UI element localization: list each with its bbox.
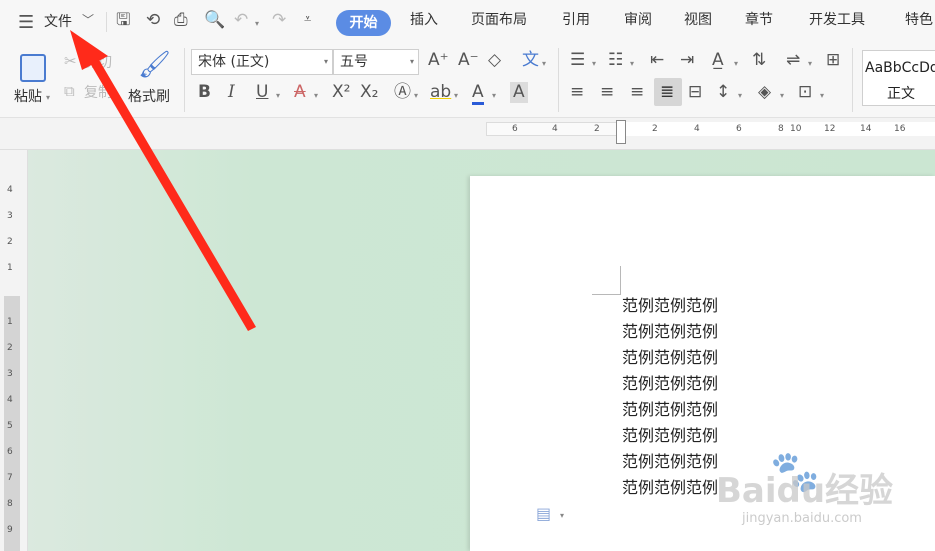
red-annotation-arrow xyxy=(70,30,256,331)
wps-writer-window: ☰ 文件 ﹀ 🖫 ⟲ ⎙ 🔍 ↶ ▾ ↷ ⩡ 开始 插入 页面布局 引用 审阅 … xyxy=(0,0,935,551)
arrow-head xyxy=(70,30,108,70)
arrow-shaft xyxy=(87,53,256,331)
